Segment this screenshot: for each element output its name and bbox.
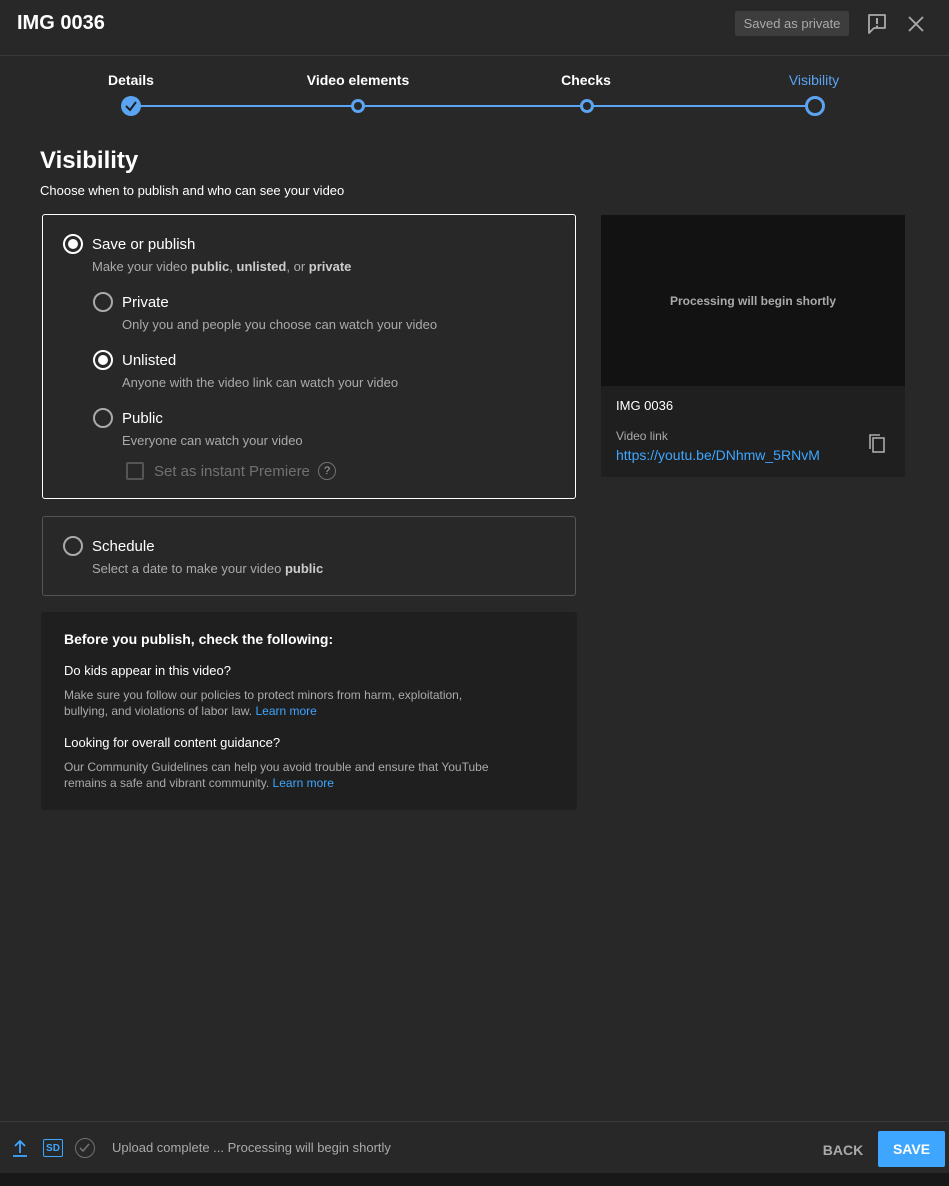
video-link[interactable]: https://youtu.be/DNhmw_5RNvM xyxy=(616,447,820,463)
instant-premiere-checkbox[interactable] xyxy=(126,462,144,480)
section-title: Visibility xyxy=(40,147,139,174)
dialog-title: IMG 0036 xyxy=(17,12,105,34)
private-desc: Only you and people you choose can watch… xyxy=(122,317,438,332)
public-radio[interactable] xyxy=(93,408,113,428)
saved-status-badge: Saved as private xyxy=(735,11,849,36)
unlisted-radio[interactable] xyxy=(93,350,113,370)
checklist-text-kids: Make sure you follow our policies to pro… xyxy=(64,688,463,718)
schedule-card[interactable]: Schedule Select a date to make your vide… xyxy=(42,516,576,596)
close-icon[interactable] xyxy=(905,13,927,35)
save-button[interactable]: SAVE xyxy=(878,1131,945,1167)
video-preview-panel: Processing will begin shortly IMG 0036 V… xyxy=(601,215,905,477)
save-or-publish-label: Save or publish xyxy=(92,236,196,253)
private-radio[interactable] xyxy=(93,292,113,312)
publish-checklist: Before you publish, check the following:… xyxy=(41,612,577,810)
learn-more-link[interactable]: Learn more xyxy=(255,704,316,718)
check-circle-icon xyxy=(75,1138,95,1158)
schedule-desc: Select a date to make your video public xyxy=(92,561,324,576)
dialog-header: IMG 0036 Saved as private xyxy=(0,0,949,56)
step-visibility[interactable]: Visibility xyxy=(789,72,839,88)
sd-icon: SD xyxy=(43,1139,63,1157)
step-video-elements-dot[interactable] xyxy=(351,99,365,113)
copy-icon[interactable] xyxy=(867,433,887,455)
checkmark-icon xyxy=(125,101,137,112)
step-checks[interactable]: Checks xyxy=(561,72,611,88)
video-preview: Processing will begin shortly xyxy=(601,215,905,386)
checklist-text-guidance: Our Community Guidelines can help you av… xyxy=(64,760,489,790)
checklist-question-guidance: Looking for overall content guidance? xyxy=(64,735,281,750)
private-label[interactable]: Private xyxy=(122,294,169,311)
checklist-title: Before you publish, check the following: xyxy=(64,631,334,647)
step-details-dot[interactable] xyxy=(121,96,141,116)
save-or-publish-desc: Make your video public, unlisted, or pri… xyxy=(92,259,352,274)
step-video-elements[interactable]: Video elements xyxy=(307,72,409,88)
schedule-label: Schedule xyxy=(92,538,155,555)
progress-stepper: Details Video elements Checks Visibility xyxy=(0,56,949,126)
learn-more-link[interactable]: Learn more xyxy=(273,776,334,790)
bottom-bar xyxy=(0,1173,949,1186)
checklist-question-kids: Do kids appear in this video? xyxy=(64,663,231,678)
step-checks-dot[interactable] xyxy=(580,99,594,113)
step-visibility-dot[interactable] xyxy=(805,96,825,116)
feedback-icon[interactable] xyxy=(866,13,888,35)
dialog-footer: SD Upload complete ... Processing will b… xyxy=(0,1121,949,1173)
video-filename: IMG 0036 xyxy=(616,398,674,413)
public-label[interactable]: Public xyxy=(122,410,163,427)
save-or-publish-card[interactable]: Save or publish Make your video public, … xyxy=(42,214,576,499)
help-icon[interactable]: ? xyxy=(318,462,336,480)
upload-status: Upload complete ... Processing will begi… xyxy=(112,1140,391,1155)
save-or-publish-radio[interactable] xyxy=(63,234,83,254)
back-button[interactable]: BACK xyxy=(818,1133,868,1166)
video-link-label: Video link xyxy=(616,429,668,443)
stepper-line xyxy=(131,105,815,107)
unlisted-desc: Anyone with the video link can watch you… xyxy=(122,375,399,390)
schedule-radio[interactable] xyxy=(63,536,83,556)
upload-icon xyxy=(13,1139,27,1157)
step-details[interactable]: Details xyxy=(108,72,154,88)
section-subtitle: Choose when to publish and who can see y… xyxy=(40,183,345,198)
public-desc: Everyone can watch your video xyxy=(122,433,303,448)
instant-premiere-label: Set as instant Premiere xyxy=(154,463,310,480)
unlisted-label[interactable]: Unlisted xyxy=(122,352,176,369)
